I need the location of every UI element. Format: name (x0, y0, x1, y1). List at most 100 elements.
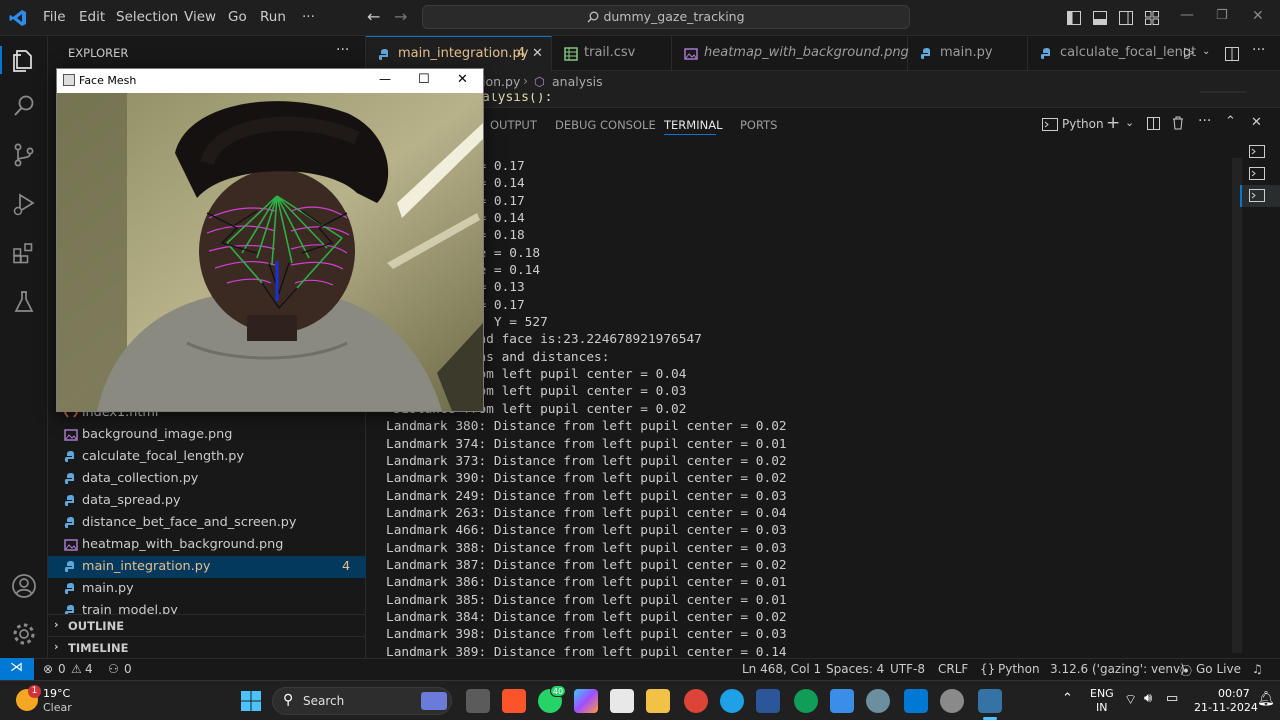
window-restore-button[interactable]: ❐ (1216, 8, 1228, 23)
clock-time[interactable]: 00:07 (1218, 687, 1250, 700)
file-item[interactable]: train_model.py (48, 600, 366, 614)
ports-count[interactable]: 0 (124, 662, 132, 676)
editor-more-icon[interactable]: ··· (1252, 42, 1265, 58)
panel-tab-output[interactable]: OUTPUT (490, 118, 537, 132)
brave-browser-icon[interactable] (502, 689, 526, 713)
command-center[interactable]: dummy_gaze_tracking (422, 5, 910, 29)
tab-calculate-focal[interactable]: calculate_focal_lengt (1028, 36, 1196, 71)
menu-run[interactable]: Run (260, 9, 286, 25)
source-control-icon[interactable] (10, 141, 38, 169)
window-close-button[interactable]: ✕ (1252, 8, 1264, 24)
word-icon[interactable] (756, 689, 780, 713)
search-icon[interactable] (10, 92, 38, 120)
customize-layout-icon[interactable] (1145, 11, 1159, 25)
tab-main-py[interactable]: main.py (908, 36, 1028, 71)
tab-main-integration[interactable]: main_integration.py 4 ✕ (366, 36, 552, 71)
store-icon[interactable] (610, 689, 634, 713)
battery-icon[interactable]: ▭ (1166, 691, 1178, 706)
toggle-secondary-sidebar-icon[interactable] (1119, 11, 1133, 25)
wifi-icon[interactable]: ⌔ (1124, 691, 1137, 709)
panel-tab-ports[interactable]: PORTS (740, 118, 777, 132)
file-explorer-icon[interactable] (646, 689, 670, 713)
file-item[interactable]: background_image.png (48, 424, 366, 446)
panel-tab-terminal[interactable]: TERMINAL (664, 118, 722, 132)
toggle-sidebar-icon[interactable] (1067, 11, 1081, 25)
forward-arrow-icon[interactable]: → (394, 7, 407, 26)
show-hidden-icons-icon[interactable]: ⌃ (1062, 691, 1073, 706)
testing-flask-icon[interactable] (10, 288, 38, 316)
maximize-panel-icon[interactable]: ⌃ (1225, 114, 1236, 129)
face-mesh-window[interactable]: Face Mesh — ☐ ✕ (56, 68, 484, 412)
language-code[interactable]: ENG (1090, 687, 1114, 700)
run-debug-icon[interactable] (10, 190, 38, 218)
face-mesh-titlebar[interactable]: Face Mesh — ☐ ✕ (57, 69, 483, 93)
menu-more[interactable]: ··· (302, 9, 315, 25)
settings-taskbar-icon[interactable] (940, 689, 964, 713)
menu-edit[interactable]: Edit (79, 9, 105, 25)
go-live-button[interactable]: Go Live (1196, 662, 1241, 676)
file-item[interactable]: distance_bet_face_and_screen.py (48, 512, 366, 534)
tab-heatmap-png[interactable]: heatmap_with_background.png (672, 36, 909, 71)
extensions-icon[interactable] (10, 239, 38, 267)
app-icon[interactable] (866, 689, 890, 713)
split-editor-icon[interactable] (1225, 47, 1239, 61)
language-mode[interactable]: Python (998, 662, 1040, 676)
kill-terminal-trash-icon[interactable] (1172, 116, 1184, 130)
terminal-instance-icon[interactable] (1249, 145, 1265, 158)
face-mesh-maximize-button[interactable]: ☐ (418, 72, 430, 87)
settings-gear-icon[interactable] (10, 620, 38, 648)
face-mesh-minimize-button[interactable]: — (379, 72, 391, 86)
toggle-panel-icon[interactable] (1093, 11, 1107, 25)
file-item[interactable]: data_collection.py (48, 468, 366, 490)
menu-file[interactable]: File (43, 9, 66, 25)
remote-indicator[interactable]: ⋊ (0, 658, 34, 680)
tab-trail-csv[interactable]: trail.csv (552, 36, 672, 71)
windows-start-icon[interactable] (241, 691, 261, 711)
new-terminal-icon[interactable]: + (1106, 113, 1120, 133)
error-count[interactable]: 0 (58, 662, 66, 676)
panel-tab-debug-console[interactable]: DEBUG CONSOLE (555, 118, 656, 132)
terminal-instance-icon[interactable] (1249, 167, 1265, 180)
breadcrumb-file[interactable]: ion.py (482, 74, 520, 89)
account-icon[interactable] (10, 572, 38, 600)
terminal-instance-active[interactable] (1240, 185, 1280, 207)
back-arrow-icon[interactable]: ← (367, 7, 380, 26)
volume-icon[interactable]: 🔊︎ (1144, 691, 1152, 706)
outline-section[interactable]: › OUTLINE (48, 614, 366, 636)
terminal-scrollbar[interactable] (1232, 158, 1242, 653)
file-item[interactable]: heatmap_with_background.png (48, 534, 366, 556)
warning-count[interactable]: 4 (85, 662, 93, 676)
file-item[interactable]: main.py (48, 578, 366, 600)
edge-icon[interactable] (720, 689, 744, 713)
split-terminal-icon[interactable] (1147, 117, 1160, 130)
face-mesh-close-button[interactable]: ✕ (457, 72, 468, 87)
window-minimize-button[interactable]: — (1180, 7, 1194, 23)
panel-more-icon[interactable]: ··· (1198, 113, 1211, 129)
indentation[interactable]: Spaces: 4 (826, 662, 884, 676)
copilot-icon[interactable] (574, 689, 598, 713)
chrome-icon[interactable] (684, 689, 708, 713)
file-item[interactable]: data_spread.py (48, 490, 366, 512)
python-interpreter[interactable]: 3.12.6 ('gazing': venv) (1050, 662, 1185, 676)
terminal-output[interactable]: Difference = 0.17 Difference = 0.14 Diff… (386, 158, 1236, 658)
menu-view[interactable]: View (184, 9, 216, 25)
cursor-position[interactable]: Ln 468, Col 1 (742, 662, 821, 676)
tab-close-icon[interactable]: ✕ (532, 46, 543, 61)
python-taskbar-icon[interactable] (978, 689, 1002, 713)
editor-code-peek[interactable]: alysis(): (366, 93, 1280, 107)
run-dropdown-icon[interactable]: ⌄ (1202, 46, 1210, 57)
notification-bell-icon[interactable]: 🔔︎ (1257, 691, 1275, 707)
notifications-bell-icon[interactable]: ♫ (1252, 662, 1263, 676)
chrome-profile-icon[interactable] (794, 689, 818, 713)
taskbar-search-box[interactable]: ⚲ Search (272, 687, 452, 715)
menu-selection[interactable]: Selection (116, 9, 178, 25)
task-view-icon[interactable] (466, 689, 490, 713)
file-item[interactable]: main_integration.py 4 (48, 556, 366, 578)
notepad-icon[interactable] (830, 689, 854, 713)
terminal-dropdown-icon[interactable]: ⌄ (1125, 116, 1134, 129)
vscode-taskbar-icon[interactable] (904, 689, 928, 713)
timeline-section[interactable]: › TIMELINE (48, 636, 366, 658)
terminal-shell-name[interactable]: Python (1062, 117, 1104, 131)
menu-go[interactable]: Go (228, 9, 247, 25)
line-ending[interactable]: CRLF (938, 662, 968, 676)
